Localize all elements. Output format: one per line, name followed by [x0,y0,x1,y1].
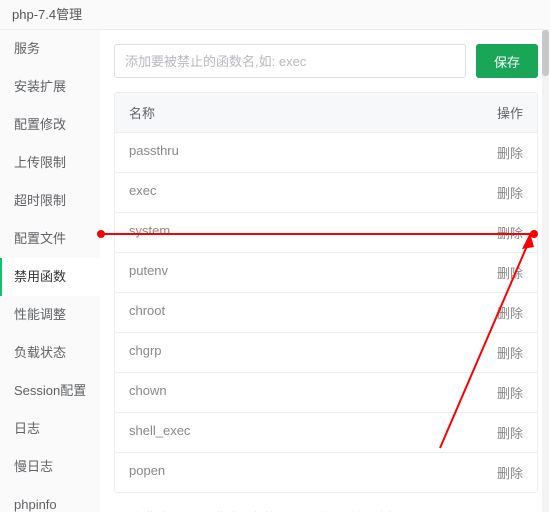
delete-link[interactable]: 删除 [497,386,523,401]
table-row: putenv 删除 [115,253,537,293]
function-name-input[interactable] [114,44,466,78]
function-name-cell: passthru [115,133,473,172]
op-cell: 删除 [473,253,537,292]
function-name-cell: chroot [115,293,473,332]
sidebar-item[interactable]: 性能调整 [0,296,100,334]
save-button[interactable]: 保存 [476,44,538,78]
disabled-functions-table: 名称 操作 passthru删除exec删除system删除putenv删除ch… [114,92,538,493]
table-row: popen 删除 [115,453,537,492]
table-row: chown 删除 [115,373,537,413]
function-name-cell: system [115,213,473,252]
table-row: chgrp 删除 [115,333,537,373]
op-cell: 删除 [473,133,537,172]
function-name-cell: chown [115,373,473,412]
sidebar-item[interactable]: 负载状态 [0,334,100,372]
sidebar-item[interactable]: 安装扩展 [0,68,100,106]
op-cell: 删除 [473,333,537,372]
sidebar-item[interactable]: phpinfo [0,486,100,512]
table-row: shell_exec 删除 [115,413,537,453]
table-row: system 删除 [115,213,537,253]
op-cell: 删除 [473,453,537,492]
delete-link[interactable]: 删除 [497,346,523,361]
main-panel: 保存 名称 操作 passthru 删除 exec 删除 system 删除 putenv 删… [100,30,550,512]
table-row: passthru 删除 [115,133,537,173]
table-row: exec 删除 [115,173,537,213]
delete-link[interactable]: 删除 [497,266,523,281]
scrollbar-track[interactable] [542,30,549,512]
sidebar-item[interactable]: 配置文件 [0,220,100,258]
delete-link[interactable]: 删除 [497,426,523,441]
op-cell: 删除 [473,413,537,452]
sidebar-item[interactable]: 日志 [0,410,100,448]
sidebar-item[interactable]: 服务 [0,30,100,68]
op-cell: 删除 [473,373,537,412]
notes: 在此处可以禁用指定函数的调用,以增强环境安全性! 强烈建议禁用如exec,sys… [114,507,538,512]
window-title: php-7.4管理 [0,0,550,30]
delete-link[interactable]: 删除 [497,186,523,201]
table-header: 名称 操作 [115,93,537,133]
sidebar-item[interactable]: Session配置 [0,372,100,410]
function-name-cell: exec [115,173,473,212]
delete-link[interactable]: 删除 [497,226,523,241]
col-header-op: 操作 [473,93,537,132]
delete-link[interactable]: 删除 [497,306,523,321]
delete-link[interactable]: 删除 [497,466,523,481]
op-cell: 删除 [473,173,537,212]
op-cell: 删除 [473,213,537,252]
delete-link[interactable]: 删除 [497,146,523,161]
sidebar-item[interactable]: 超时限制 [0,182,100,220]
col-header-name: 名称 [115,93,473,132]
sidebar: 服务安装扩展配置修改上传限制超时限制配置文件禁用函数性能调整负载状态Sessio… [0,30,100,512]
function-name-cell: putenv [115,253,473,292]
function-name-cell: popen [115,453,473,492]
function-name-cell: shell_exec [115,413,473,452]
sidebar-item[interactable]: 禁用函数 [0,258,100,296]
scrollbar-thumb[interactable] [542,30,549,76]
sidebar-item[interactable]: 上传限制 [0,144,100,182]
sidebar-item[interactable]: 配置修改 [0,106,100,144]
table-row: chroot 删除 [115,293,537,333]
function-name-cell: chgrp [115,333,473,372]
op-cell: 删除 [473,293,537,332]
note-line: 在此处可以禁用指定函数的调用,以增强环境安全性! [132,507,538,512]
sidebar-item[interactable]: 慢日志 [0,448,100,486]
